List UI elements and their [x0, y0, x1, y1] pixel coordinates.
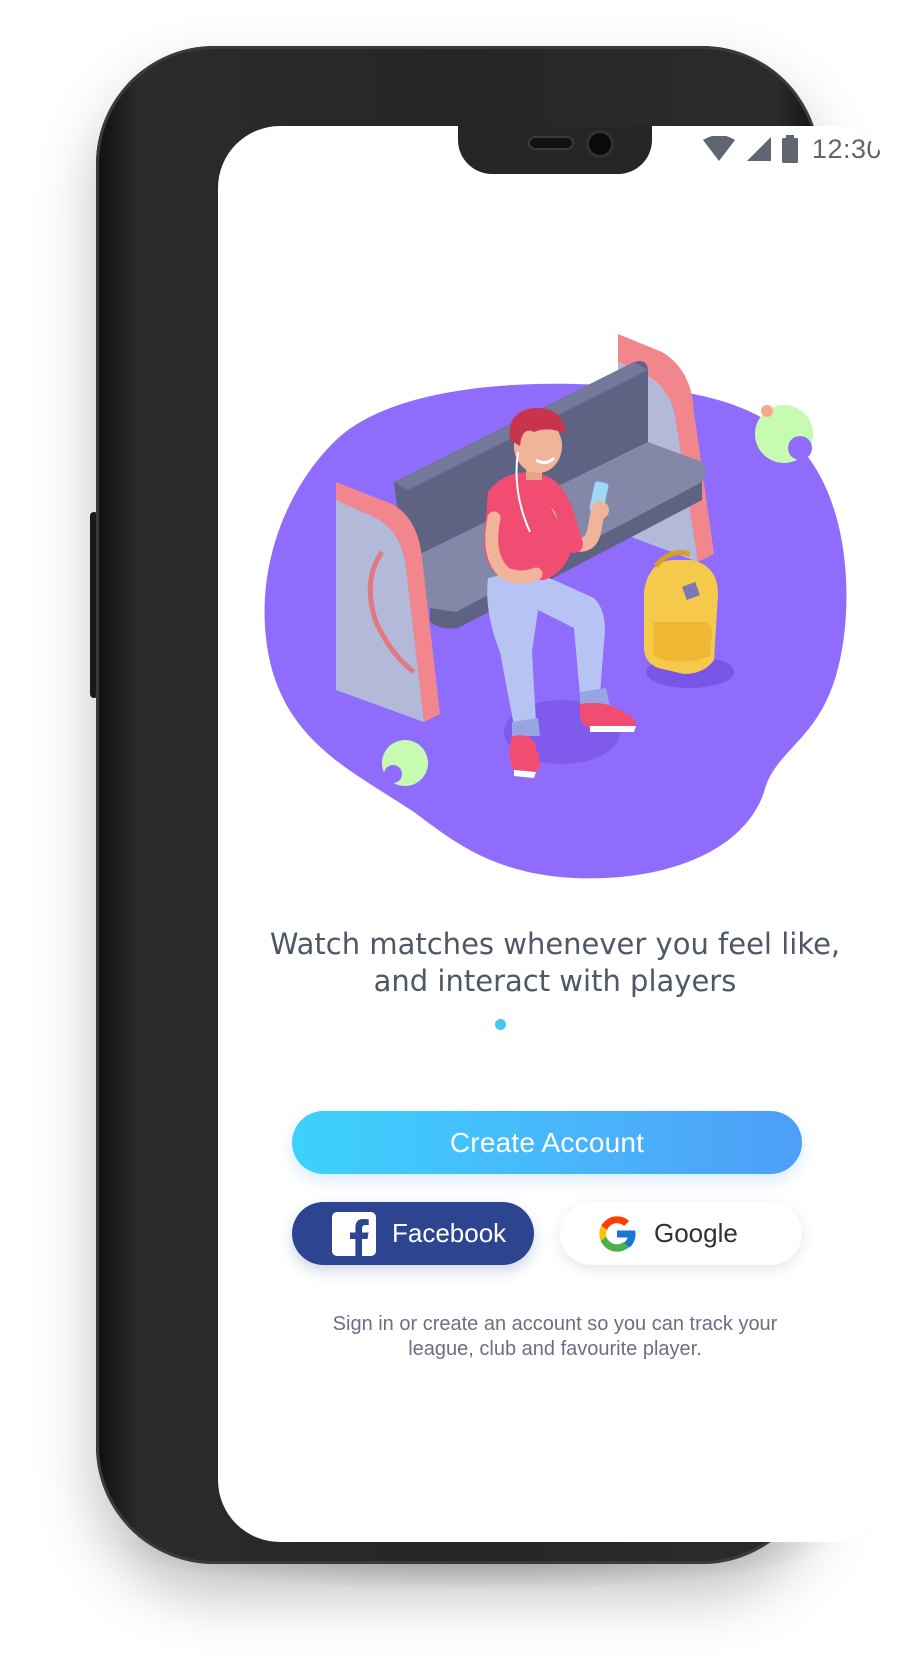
footnote-line-1: Sign in or create an account so you can …	[332, 1313, 778, 1335]
decor-circle-orange-top	[761, 405, 773, 417]
person-on-bench-illustration	[264, 334, 847, 879]
decor-circle-purple-bottom	[384, 765, 402, 783]
cellular-signal-icon	[746, 137, 771, 161]
status-bar: 12:30	[702, 132, 882, 166]
wifi-icon	[702, 136, 735, 161]
front-camera	[586, 130, 614, 158]
status-time: 12:30	[811, 133, 882, 164]
onboarding-headline: Watch matches whenever you feel like, an…	[218, 926, 892, 1000]
footnote-line-2: league, club and favourite player.	[408, 1338, 702, 1360]
decor-circle-purple-top	[788, 436, 812, 460]
facebook-icon	[332, 1211, 376, 1256]
headline-line-2: and interact with players	[373, 964, 737, 998]
phone-frame: 12:30 Watch matches whenever you feel li…	[96, 46, 892, 1564]
sign-in-footnote: Sign in or create an account so you can …	[278, 1312, 832, 1362]
phone-screen: 12:30 Watch matches whenever you feel li…	[218, 126, 892, 1542]
page-indicator-dot	[495, 1019, 506, 1030]
google-icon	[599, 1215, 636, 1252]
google-button-label: Google	[654, 1218, 738, 1248]
headline-line-1: Watch matches whenever you feel like,	[269, 927, 841, 961]
facebook-button-label: Facebook	[392, 1218, 507, 1248]
notch	[458, 126, 652, 174]
facebook-login-button[interactable]: Facebook	[292, 1202, 534, 1265]
battery-icon	[781, 135, 798, 163]
create-account-button[interactable]: Create Account	[292, 1111, 802, 1174]
google-login-button[interactable]: Google	[560, 1202, 802, 1265]
earpiece-speaker	[528, 136, 574, 150]
